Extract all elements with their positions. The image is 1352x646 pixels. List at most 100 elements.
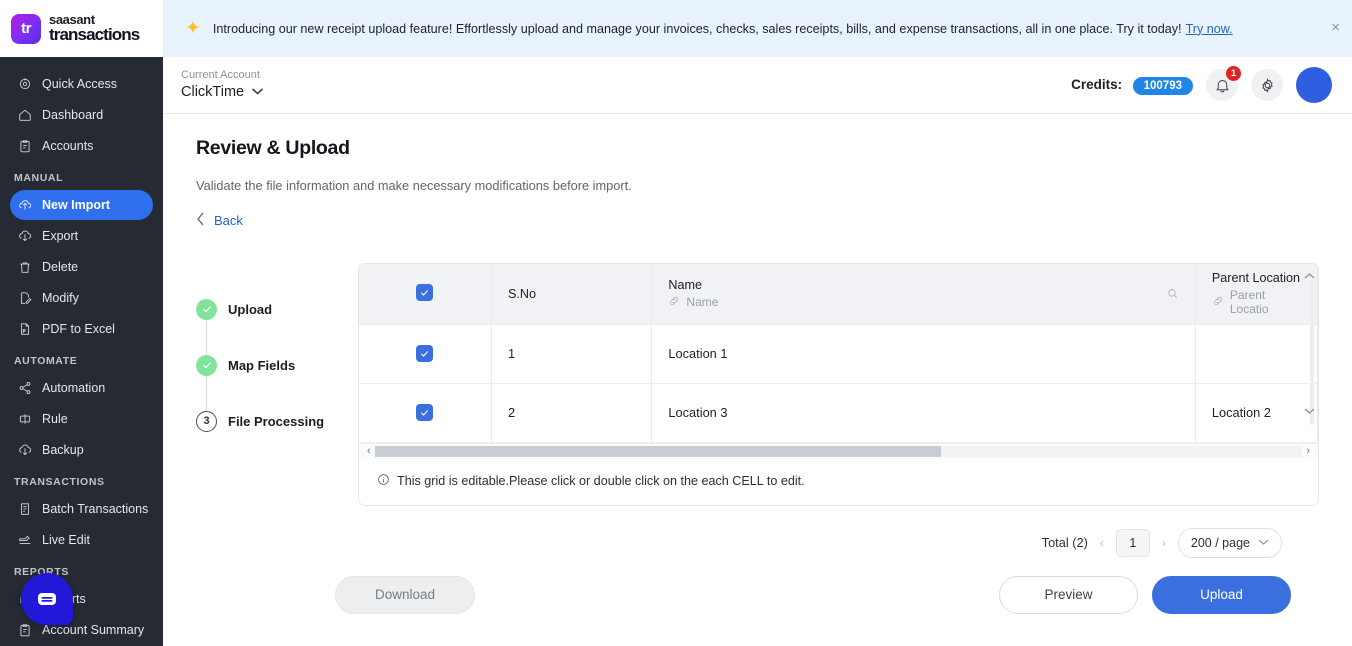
chat-support-button[interactable] [21, 573, 73, 625]
chevron-down-icon[interactable] [1304, 407, 1315, 418]
credits-block: Credits: 100793 [1071, 76, 1193, 95]
file-edit-icon [17, 291, 32, 306]
credits-value: 100793 [1132, 77, 1193, 95]
column-search-button[interactable] [1166, 287, 1179, 300]
promo-try-now-link[interactable]: Try now. [1186, 22, 1233, 36]
account-header: Current Account ClickTime Credits: 10079… [163, 57, 1352, 114]
table-row[interactable]: 2 Location 3 Location 2 [359, 383, 1318, 443]
column-title: Parent Location [1211, 271, 1301, 286]
scroll-left-icon[interactable]: ‹ [363, 445, 375, 457]
select-all-cell [359, 264, 492, 325]
step-number: 3 [196, 410, 217, 432]
column-header-sno[interactable]: S.No [491, 264, 653, 325]
brand-wordmark: saasant transactions [49, 13, 140, 44]
check-icon [196, 354, 217, 376]
sidebar-item-batch-transactions[interactable]: Batch Transactions [10, 494, 153, 524]
current-account-block[interactable]: Current Account ClickTime [181, 69, 264, 101]
page-title-row: Review & Upload [196, 114, 1319, 160]
vertical-scrollbar[interactable] [1304, 272, 1315, 418]
page-number-1[interactable]: 1 [1115, 528, 1150, 557]
cell-parent-location[interactable]: Location 2 [1195, 383, 1318, 443]
sidebar: tr saasant transactions Quick Access Das… [0, 0, 163, 646]
step-label: File Processing [228, 413, 325, 429]
row-checkbox[interactable] [416, 345, 434, 362]
pagination: Total (2) ‹ 1 › 200 / page [196, 527, 1319, 558]
sidebar-item-rule[interactable]: Rule [10, 404, 153, 434]
page-title: Review & Upload [196, 137, 350, 159]
footer-right-actions: Preview Upload [999, 575, 1291, 614]
scroll-right-icon[interactable]: › [1302, 445, 1314, 457]
app-root: tr saasant transactions Quick Access Das… [0, 0, 1352, 646]
download-cloud-icon [17, 443, 32, 458]
content-area: Review & Upload Sheet: Locations File Na… [163, 114, 1352, 646]
search-icon [1168, 289, 1177, 299]
sidebar-item-modify[interactable]: Modify [10, 283, 153, 313]
download-button[interactable]: Download [335, 575, 475, 614]
sidebar-item-new-import[interactable]: New Import [10, 190, 153, 220]
back-label: Back [214, 212, 243, 228]
notification-badge: 1 [1226, 66, 1241, 81]
horizontal-scrollbar-thumb[interactable] [374, 445, 941, 457]
data-grid-card: S.No Name Name Parent Location Parent Lo… [358, 263, 1319, 506]
notifications-button[interactable]: 1 [1206, 66, 1241, 101]
step-upload[interactable]: Upload [196, 281, 358, 337]
row-select-cell [359, 383, 492, 443]
link-icon [1212, 295, 1224, 310]
header-actions: Credits: 100793 1 [1071, 66, 1332, 103]
column-header-parent-location[interactable]: Parent Location Parent Locatio [1195, 264, 1318, 325]
document-icon [17, 502, 32, 517]
page-subtitle: Validate the file information and make n… [196, 178, 632, 193]
cell-sno[interactable]: 1 [491, 324, 653, 384]
sidebar-item-label: Accounts [42, 139, 94, 153]
page-size-select[interactable]: 200 / page [1177, 527, 1282, 558]
row-checkbox[interactable] [416, 404, 434, 421]
chevron-down-icon [251, 85, 264, 99]
avatar[interactable] [1296, 67, 1332, 103]
sidebar-item-dashboard[interactable]: Dashboard [10, 100, 153, 130]
sidebar-item-export[interactable]: Export [10, 221, 153, 251]
chevron-up-icon[interactable] [1304, 272, 1315, 283]
trash-icon [17, 260, 32, 275]
sidebar-item-live-edit[interactable]: Live Edit [10, 525, 153, 555]
step-map-fields[interactable]: Map Fields [196, 337, 358, 393]
pencil-line-icon [17, 533, 32, 548]
sidebar-nav: Quick Access Dashboard Accounts MANUAL N… [0, 57, 163, 645]
clipboard-icon [17, 623, 32, 638]
step-file-processing[interactable]: 3 File Processing [196, 393, 358, 449]
back-button[interactable]: Back [196, 212, 1319, 228]
sidebar-item-delete[interactable]: Delete [10, 252, 153, 282]
sidebar-item-accounts[interactable]: Accounts [10, 131, 153, 161]
close-icon[interactable]: × [1331, 20, 1340, 35]
sidebar-item-label: Dashboard [42, 108, 104, 122]
header-row: S.No Name Name Parent Location Parent Lo… [359, 264, 1318, 325]
select-all-checkbox[interactable] [416, 284, 434, 302]
total-count: Total (2) [1041, 535, 1088, 550]
settings-button[interactable] [1251, 69, 1283, 101]
cell-parent-location[interactable] [1195, 324, 1318, 384]
next-page-button[interactable]: › [1162, 536, 1166, 550]
cell-sno[interactable]: 2 [491, 383, 653, 443]
account-switcher[interactable]: ClickTime [181, 83, 264, 101]
sidebar-item-label: Live Edit [42, 533, 90, 547]
horizontal-scrollbar-track[interactable] [374, 445, 1303, 457]
sidebar-item-pdf-to-excel[interactable]: PDF to Excel [10, 314, 153, 344]
column-mapping-label: Name [686, 295, 719, 310]
sidebar-item-label: Export [42, 229, 79, 243]
prev-page-button[interactable]: ‹ [1100, 536, 1104, 550]
sidebar-item-backup[interactable]: Backup [10, 435, 153, 465]
current-account-name: ClickTime [181, 83, 245, 100]
brand-logo-block[interactable]: tr saasant transactions [0, 0, 163, 57]
target-icon [17, 77, 32, 92]
column-header-name[interactable]: Name Name [651, 264, 1196, 325]
sidebar-item-automation[interactable]: Automation [10, 373, 153, 403]
preview-button[interactable]: Preview [999, 575, 1138, 614]
sidebar-item-quick-access[interactable]: Quick Access [10, 69, 153, 99]
table-row[interactable]: 1 Location 1 [359, 324, 1318, 384]
upload-button[interactable]: Upload [1152, 575, 1291, 614]
cell-name[interactable]: Location 1 [651, 324, 1196, 384]
column-mapping: Parent Locatio [1212, 288, 1301, 316]
cell-name[interactable]: Location 3 [651, 383, 1196, 443]
horizontal-scrollbar[interactable]: ‹ › [359, 442, 1318, 459]
link-icon [668, 295, 680, 310]
column-title: S.No [507, 286, 536, 301]
